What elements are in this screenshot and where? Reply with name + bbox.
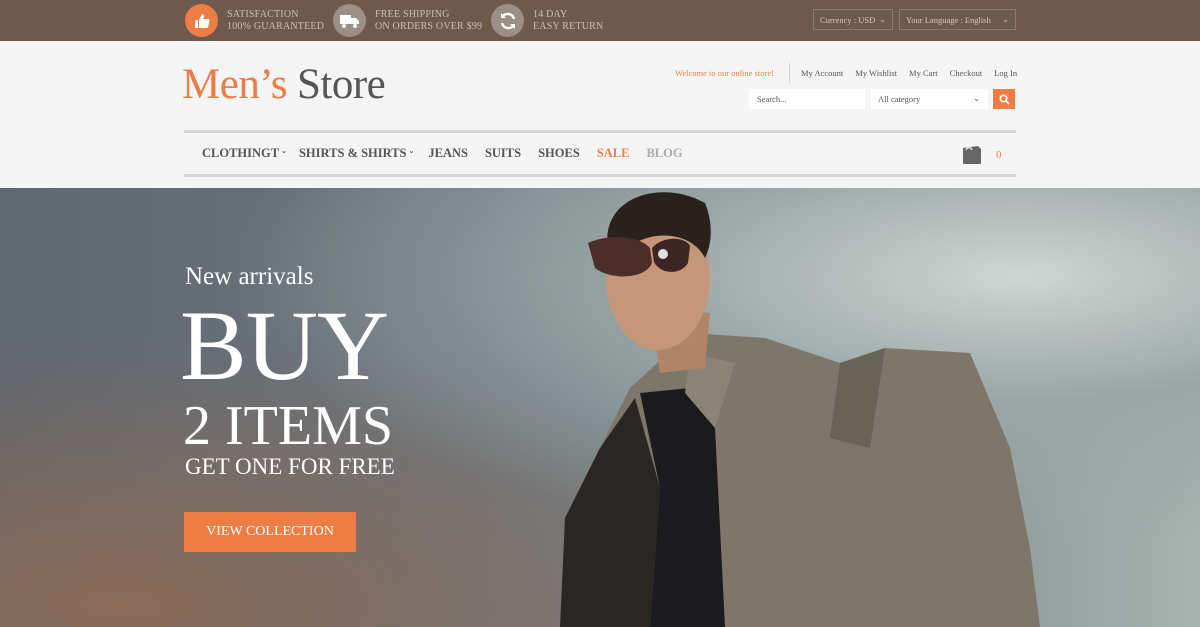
currency-value: Currency : USD <box>820 14 876 25</box>
welcome-message: Welcome to our online store! <box>675 68 774 78</box>
language-value: Your Language : English <box>906 14 991 25</box>
nav-bottom-rule <box>184 174 1016 177</box>
main-nav: CLOTHINGT ⌄ SHIRTS & SHIRTS ⌄ JEANS SUITS … <box>202 146 700 161</box>
language-select[interactable]: Your Language : English ⌄ <box>899 9 1016 30</box>
nav-label: SUITS <box>484 146 522 160</box>
store-logo[interactable]: Men’s Store <box>182 59 386 111</box>
hero-tagline: GET ONE FOR FREE <box>185 454 395 479</box>
category-select[interactable]: All category ⌄ <box>871 89 988 109</box>
feature-line1: SATISFACTION <box>227 8 299 20</box>
category-value: All category <box>878 94 921 104</box>
nav-label: JEANS <box>428 146 468 160</box>
chevron-down-icon: ⌄ <box>408 147 415 155</box>
truck-icon <box>333 4 366 37</box>
site-header: Men’s Store Welcome to our online store! … <box>0 41 1200 188</box>
logo-part2: Store <box>297 61 386 108</box>
shopping-bag-icon <box>963 146 981 164</box>
nav-item-clothing[interactable]: CLOTHINGT ⌄ <box>202 146 287 161</box>
hero-banner: New arrivals BUY 2 ITEMS GET ONE FOR FRE… <box>0 188 1200 627</box>
hero-model-image <box>560 192 1040 627</box>
log-in-link[interactable]: Log In <box>994 68 1017 78</box>
chevron-down-icon: ⌄ <box>281 147 287 155</box>
nav-item-sale[interactable]: SALE <box>597 146 630 161</box>
top-bar: SATISFACTION 100% GUARANTEED FREE SHIPPIN… <box>0 0 1200 41</box>
feature-satisfaction: SATISFACTION 100% GUARANTEED <box>185 3 324 38</box>
feature-line2: 100% GUARANTEED <box>227 20 325 32</box>
refresh-icon <box>491 4 524 37</box>
feature-line2: ON ORDERS OVER $99 <box>375 20 483 32</box>
my-cart-link[interactable]: My Cart <box>909 68 938 78</box>
chevron-down-icon: ⌄ <box>973 94 980 103</box>
feature-line1: 14 DAY <box>533 8 568 20</box>
nav-item-jeans[interactable]: JEANS <box>428 146 468 161</box>
my-wishlist-link[interactable]: My Wishlist <box>855 68 897 78</box>
my-account-link[interactable]: My Account <box>801 68 843 78</box>
thumbs-up-icon <box>185 4 218 37</box>
hero-kicker: New arrivals <box>185 263 314 290</box>
logo-part1: Men’s <box>182 61 288 108</box>
account-links: My Account My Wishlist My Cart Checkout … <box>801 68 1017 78</box>
hero-subheadline: 2 ITEMS <box>183 395 393 457</box>
nav-label: CLOTHINGT <box>202 146 280 160</box>
view-collection-button[interactable]: VIEW COLLECTION <box>184 512 356 552</box>
checkout-link[interactable]: Checkout <box>950 68 983 78</box>
search-button[interactable] <box>993 89 1015 109</box>
feature-line2: EASY RETURN <box>533 20 604 32</box>
feature-line1: FREE SHIPPING <box>375 8 450 20</box>
feature-return: 14 DAY EASY RETURN <box>491 3 603 38</box>
cart-button[interactable]: 0 <box>962 144 1002 165</box>
feature-shipping: FREE SHIPPING ON ORDERS OVER $99 <box>333 3 482 38</box>
search-icon <box>998 93 1010 105</box>
nav-item-blog[interactable]: BLOG <box>646 146 682 161</box>
nav-item-shirts[interactable]: SHIRTS & SHIRTS ⌄ <box>299 146 414 161</box>
currency-select[interactable]: Currency : USD ⌄ <box>813 9 893 30</box>
hero-headline: BUY <box>180 290 389 401</box>
nav-label: SALE <box>596 146 630 160</box>
nav-label: SHIRTS & SHIRTS <box>298 146 407 160</box>
cart-count: 0 <box>996 148 1002 161</box>
nav-label: BLOG <box>646 146 683 160</box>
search-input[interactable] <box>749 89 865 109</box>
nav-top-rule <box>184 130 1016 133</box>
nav-label: SHOES <box>538 146 580 160</box>
chevron-down-icon: ⌄ <box>1002 15 1009 24</box>
nav-item-suits[interactable]: SUITS <box>485 146 521 161</box>
chevron-down-icon: ⌄ <box>879 15 886 24</box>
divider <box>789 63 790 83</box>
nav-item-shoes[interactable]: SHOES <box>538 146 580 161</box>
